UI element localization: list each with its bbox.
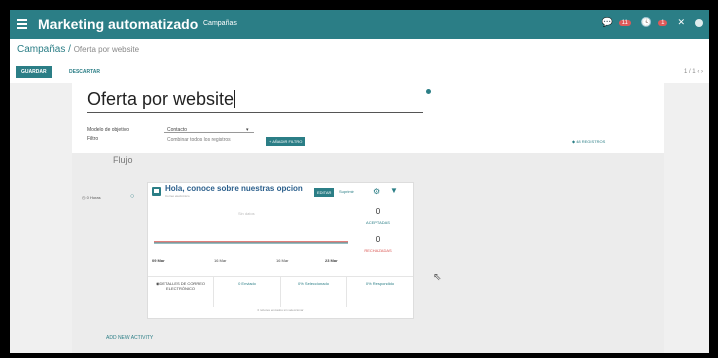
campaign-name-input[interactable]: Oferta por website <box>87 86 423 113</box>
control-panel: Campañas / Oferta por website GUARDAR DE… <box>10 39 709 84</box>
chat-badge: 11 <box>618 19 631 26</box>
breadcrumb: Campañas / Oferta por website <box>17 44 139 55</box>
workflow-label: Flujo <box>113 155 133 165</box>
gear-icon[interactable]: ⚙ <box>373 187 380 196</box>
app-title: Marketing automatizado <box>38 16 199 32</box>
x-tick-3: 23 Mar <box>325 258 338 263</box>
clicked-stat[interactable]: 0% Seleccionado <box>281 277 347 307</box>
activity-icon[interactable]: 🕓 <box>641 17 652 28</box>
activity-badge: 1 <box>658 19 668 26</box>
filter-value: Combinar todos los registros <box>167 137 231 143</box>
add-activity-button[interactable]: ADD NEW ACTIVITY <box>106 335 153 341</box>
target-model-label: Modelo de objetivo <box>87 127 129 133</box>
accepted-label: ACEPTADAS <box>366 220 390 225</box>
accepted-count: 0 <box>375 207 381 216</box>
menu-campaigns[interactable]: Campañas <box>203 20 237 27</box>
delete-button[interactable]: Suprimir <box>339 189 354 194</box>
email-details[interactable]: ◉DETALLES DE CORREO ELECTRÓNICO <box>148 277 214 307</box>
apps-menu-icon[interactable] <box>17 19 27 29</box>
edit-button[interactable]: EDITAR <box>314 188 335 197</box>
trigger-node-icon: ○ <box>130 193 135 200</box>
stats-footer: 0 rebotes enviados sin seleccionar <box>257 308 304 312</box>
target-model-underline <box>164 132 254 133</box>
avatar[interactable] <box>695 18 703 27</box>
records-count[interactable]: ◆ 48 REGISTROS <box>572 139 605 144</box>
app-window: Marketing automatizado Campañas 💬 11 🕓 1… <box>10 10 709 353</box>
x-tick-2: 16 Mar <box>276 258 289 263</box>
records-label: 48 REGISTROS <box>576 139 606 144</box>
x-tick-1: 16 Mar <box>214 258 227 263</box>
email-icon <box>152 187 161 196</box>
sent-stat[interactable]: 0 Enviado <box>214 277 281 307</box>
pager: 1 / 1 ‹ › <box>684 69 703 75</box>
pager-value: 1 / 1 <box>683 69 696 75</box>
activity-stats: ◉DETALLES DE CORREO ELECTRÓNICO 0 Enviad… <box>148 276 413 307</box>
trigger-delay: ◷ 0 Horas <box>82 195 101 200</box>
activity-subtitle: Correo electrónico <box>165 194 190 198</box>
chevron-right-icon[interactable]: › <box>701 69 703 75</box>
form-sheet: Oferta por website Modelo de objetivo Co… <box>72 83 664 353</box>
activity-card: Hola, conoce sobre nuestras opcion Corre… <box>147 182 414 319</box>
breadcrumb-campaigns[interactable]: Campañas <box>17 44 65 55</box>
x-tick-0: 09 Mar <box>152 258 165 263</box>
translate-icon[interactable] <box>426 89 431 94</box>
discard-button[interactable]: DESCARTAR <box>65 66 104 78</box>
filter-icon[interactable]: ▼ <box>390 186 398 195</box>
close-icon[interactable]: ✕ <box>677 17 685 28</box>
top-navbar: Marketing automatizado Campañas 💬 11 🕓 1… <box>10 10 709 39</box>
mouse-cursor-icon: ⇖ <box>433 272 442 283</box>
chat-icon[interactable]: 💬 <box>601 17 612 28</box>
save-button[interactable]: GUARDAR <box>16 66 52 78</box>
rejected-label: RECHAZADAS <box>364 248 392 253</box>
breadcrumb-current: Oferta por website <box>73 45 140 54</box>
campaign-name-value: Oferta por website <box>87 89 235 109</box>
replied-stat[interactable]: 0% Respondido <box>347 277 413 307</box>
trigger-label: 0 Horas <box>86 195 101 200</box>
workflow-area: Flujo ◷ 0 Horas ○ Hola, conoce sobre nue… <box>72 153 664 353</box>
email-details-label: DETALLES DE CORREO ELECTRÓNICO <box>159 281 206 291</box>
text-cursor <box>234 90 236 108</box>
chart-title: Sin datos <box>238 211 255 216</box>
breadcrumb-separator: / <box>68 44 71 55</box>
systray: 💬 11 🕓 1 ✕ <box>601 17 703 28</box>
activity-title[interactable]: Hola, conoce sobre nuestras opcion <box>165 184 303 193</box>
add-filter-button[interactable]: + AÑADIR FILTRO <box>266 137 306 146</box>
activity-chart: Sin datos 09 Mar 16 Mar 16 Mar 23 Mar <box>152 203 352 273</box>
rejected-count: 0 <box>375 235 381 244</box>
filter-label: Filtro <box>87 136 99 142</box>
